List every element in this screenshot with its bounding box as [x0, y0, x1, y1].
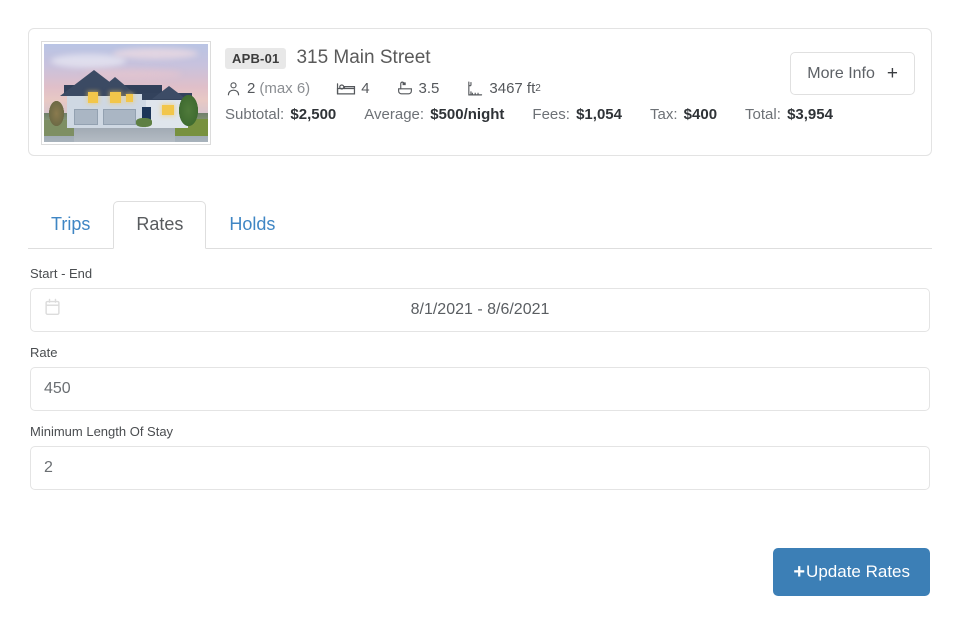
spec-guests-note: (max 6)	[259, 80, 311, 97]
house-photo	[44, 44, 208, 142]
ruler-icon	[468, 81, 483, 96]
plus-icon: +	[886, 63, 898, 84]
field-date-range: Start - End 8/1/2021 - 8/6/2021	[30, 266, 930, 332]
date-range-label: Start - End	[30, 266, 93, 281]
spec-bedrooms: 4	[336, 80, 370, 97]
money-tax-label: Tax:	[649, 106, 678, 123]
min-stay-label: Minimum Length Of Stay	[30, 424, 174, 439]
money-tax-value: $400	[683, 106, 718, 123]
shrub-shape	[135, 118, 153, 128]
money-average: Average: $500/night	[364, 106, 504, 123]
form-actions: + Update Rates	[30, 548, 930, 596]
lit-window-shape	[162, 104, 174, 115]
spec-area-value: 3467 ft	[489, 80, 536, 97]
spec-bedrooms-value: 4	[361, 80, 370, 97]
cloud-shape	[112, 47, 199, 59]
spec-area-superscript: 2	[535, 83, 541, 94]
person-icon	[227, 82, 240, 96]
tab-rates[interactable]: Rates	[113, 201, 207, 249]
lit-window-shape	[88, 92, 99, 103]
tab-holds[interactable]: Holds	[206, 201, 298, 249]
spec-area: 3467 ft 2	[465, 80, 541, 97]
money-total-value: $3,954	[787, 106, 833, 123]
spec-guests-value: 2	[247, 80, 256, 97]
lit-window-shape	[109, 92, 122, 103]
date-range-value: 8/1/2021 - 8/6/2021	[410, 301, 550, 318]
garage-door-shape	[103, 108, 136, 126]
spec-bathrooms-value: 3.5	[418, 80, 440, 97]
update-rates-label: Update Rates	[806, 562, 910, 581]
property-address: 315 Main Street	[296, 47, 431, 68]
rate-label: Rate	[30, 345, 58, 360]
more-info-button[interactable]: More Info +	[790, 52, 915, 95]
rate-input[interactable]: 450	[30, 367, 930, 411]
money-subtotal: Subtotal: $2,500	[225, 106, 336, 123]
money-tax: Tax: $400	[650, 106, 717, 123]
money-subtotal-label: Subtotal:	[225, 106, 285, 123]
property-code-badge: APB-01	[225, 47, 287, 69]
property-title-row: APB-01 315 Main Street	[225, 43, 790, 73]
property-money-row: Subtotal: $2,500 Average: $500/night Fee…	[225, 106, 833, 123]
tab-trips[interactable]: Trips	[28, 201, 113, 249]
field-rate: Rate 450	[30, 345, 930, 411]
more-info-label: More Info	[807, 64, 875, 82]
spec-guests: 2 (max 6)	[225, 80, 310, 97]
tree-shape	[178, 94, 199, 127]
property-card: APB-01 315 Main Street 2 (max 6) 4 3.5 3…	[28, 28, 932, 156]
property-thumbnail	[41, 41, 211, 145]
plus-icon: +	[793, 561, 806, 583]
calendar-icon	[44, 298, 61, 322]
bed-icon	[337, 83, 356, 95]
money-subtotal-value: $2,500	[290, 106, 337, 123]
property-details: APB-01 315 Main Street 2 (max 6) 4 3.5 3…	[211, 41, 833, 123]
money-fees-value: $1,054	[576, 106, 622, 123]
field-min-stay: Minimum Length Of Stay 2	[30, 424, 930, 490]
money-average-value: $500/night	[430, 106, 505, 123]
money-fees-label: Fees:	[532, 106, 570, 123]
rates-form: Start - End 8/1/2021 - 8/6/2021 Rate 450…	[30, 266, 930, 503]
garage-door-shape	[73, 108, 99, 126]
rates-page: APB-01 315 Main Street 2 (max 6) 4 3.5 3…	[0, 0, 960, 625]
bathtub-icon	[397, 81, 412, 95]
tab-list: Trips Rates Holds	[28, 201, 298, 249]
cloud-shape	[50, 53, 126, 68]
property-specs-row: 2 (max 6) 4 3.5 3467 ft 2	[225, 80, 790, 97]
spec-bathrooms: 3.5	[396, 80, 440, 97]
update-rates-button[interactable]: + Update Rates	[773, 548, 930, 596]
money-total-label: Total:	[745, 106, 781, 123]
money-total: Total: $3,954	[745, 106, 833, 123]
tree-shape	[48, 100, 64, 127]
money-average-label: Average:	[364, 106, 425, 123]
tab-bar: Trips Rates Holds	[28, 193, 932, 249]
lit-window-shape	[126, 93, 133, 102]
money-fees: Fees: $1,054	[532, 106, 622, 123]
date-range-input[interactable]: 8/1/2021 - 8/6/2021	[30, 288, 930, 332]
min-stay-input[interactable]: 2	[30, 446, 930, 490]
